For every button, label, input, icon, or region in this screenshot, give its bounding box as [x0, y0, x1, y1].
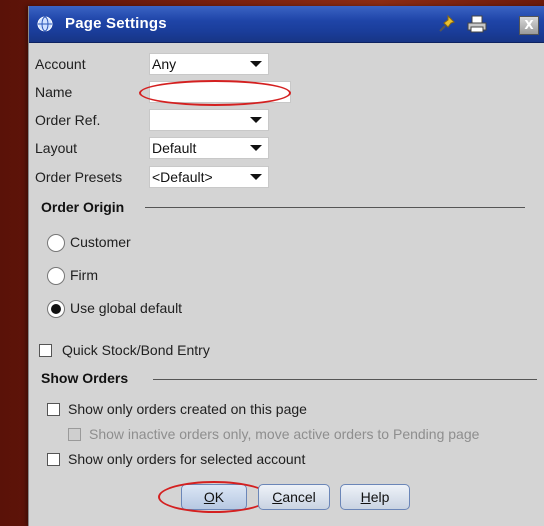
- radio-button[interactable]: [47, 234, 65, 252]
- cancel-accel: C: [272, 489, 283, 505]
- window-title: Page Settings: [65, 15, 167, 32]
- title-bar[interactable]: Page Settings X: [29, 6, 544, 43]
- layout-value: Default: [152, 140, 197, 156]
- page-settings-dialog: Page Settings X Account Any Name Order R…: [28, 6, 544, 526]
- show-inactive-label: Show inactive orders only, move active o…: [89, 426, 480, 442]
- printer-icon[interactable]: [465, 14, 489, 34]
- help-button[interactable]: Help: [340, 484, 410, 510]
- account-value: Any: [152, 56, 177, 72]
- cancel-button[interactable]: Cancel: [258, 484, 330, 510]
- order-presets-label: Order Presets: [35, 169, 123, 185]
- close-icon[interactable]: X: [519, 16, 539, 35]
- quick-entry-label: Quick Stock/Bond Entry: [62, 342, 210, 358]
- order-presets-select[interactable]: <Default>: [149, 166, 269, 188]
- layout-label: Layout: [35, 140, 78, 156]
- radio-firm-label: Firm: [70, 267, 98, 283]
- chevron-down-icon: [250, 117, 262, 123]
- order-ref-select[interactable]: [149, 109, 269, 131]
- pin-icon[interactable]: [437, 14, 457, 34]
- account-label: Account: [35, 56, 86, 72]
- order-origin-title: Order Origin: [41, 199, 125, 215]
- quick-entry-checkbox[interactable]: [39, 344, 52, 357]
- cancel-rest: ancel: [282, 489, 316, 505]
- chevron-down-icon: [250, 145, 262, 151]
- order-origin-divider: [145, 207, 525, 208]
- help-accel: H: [360, 489, 371, 505]
- name-field[interactable]: [149, 81, 291, 103]
- chevron-down-icon: [250, 174, 262, 180]
- ok-rest: K: [214, 489, 225, 505]
- globe-icon: [37, 16, 53, 32]
- ok-accel: O: [203, 489, 215, 505]
- account-select[interactable]: Any: [149, 53, 269, 75]
- radio-customer-label: Customer: [70, 234, 131, 250]
- show-page-orders-checkbox[interactable]: [47, 403, 60, 416]
- radio-button[interactable]: [47, 267, 65, 285]
- radio-button-selected[interactable]: [47, 300, 65, 318]
- order-ref-label: Order Ref.: [35, 112, 101, 128]
- help-rest: elp: [370, 489, 390, 505]
- show-account-orders-label: Show only orders for selected account: [68, 451, 306, 467]
- show-orders-divider: [153, 379, 537, 380]
- order-presets-value: <Default>: [152, 169, 213, 185]
- show-inactive-checkbox: [68, 428, 81, 441]
- show-orders-title: Show Orders: [41, 370, 129, 386]
- show-account-orders-checkbox[interactable]: [47, 453, 60, 466]
- chevron-down-icon: [250, 61, 262, 67]
- ok-button[interactable]: OK: [181, 484, 247, 510]
- show-page-orders-label: Show only orders created on this page: [68, 401, 307, 417]
- layout-select[interactable]: Default: [149, 137, 269, 159]
- radio-global-default-label: Use global default: [70, 300, 183, 316]
- name-label: Name: [35, 84, 73, 100]
